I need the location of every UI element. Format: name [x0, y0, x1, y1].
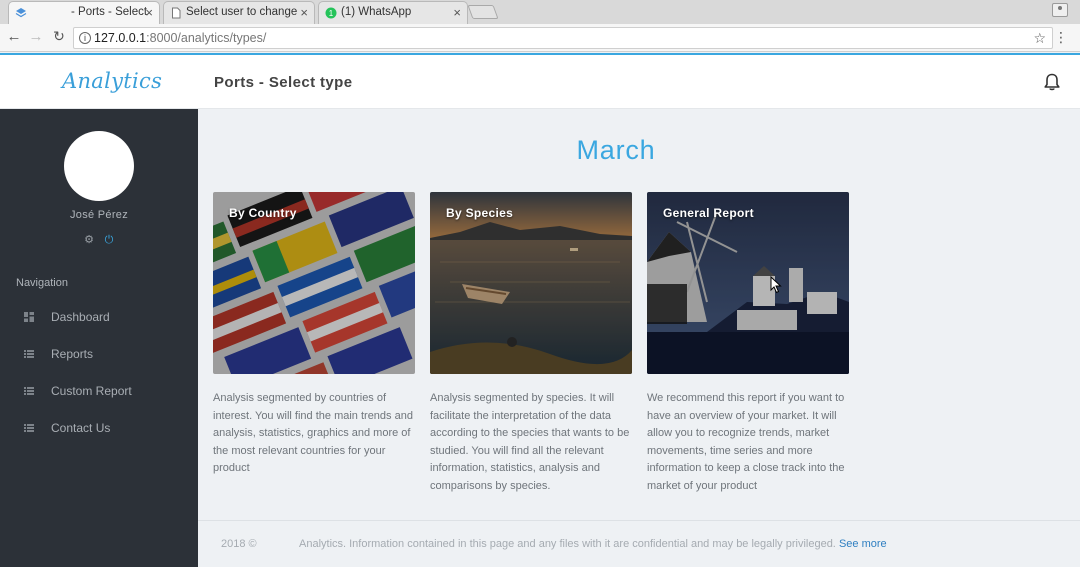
- card-description: Analysis segmented by species. It will f…: [430, 392, 630, 492]
- url-host: 127.0.0.1: [94, 31, 147, 45]
- list-icon: [24, 387, 34, 395]
- brand-logo[interactable]: Analytics: [62, 69, 162, 93]
- browser-toolbar: ← → ↻ i 127.0.0.1:8000/analytics/types/ …: [0, 24, 1080, 52]
- sidebar: José Pérez ⚙ ⏻ Navigation Dashboard Repor…: [0, 109, 198, 567]
- whatsapp-icon: 1: [325, 7, 337, 19]
- report-card-by-country[interactable]: By Country Analysis segmented by countri…: [213, 192, 415, 478]
- sidebar-item-label: Contact Us: [51, 421, 111, 435]
- sidebar-item-contact-us[interactable]: Contact Us: [0, 414, 198, 444]
- bookmark-star-icon[interactable]: ☆: [1033, 30, 1046, 47]
- user-actions: ⚙ ⏻: [0, 230, 198, 248]
- page-title: Ports - Select type: [214, 74, 353, 91]
- nav-heading: Navigation: [16, 277, 68, 289]
- gear-icon[interactable]: ⚙: [82, 233, 96, 246]
- footer-year: 2018 ©: [221, 538, 257, 550]
- profile-icon[interactable]: [1052, 3, 1068, 17]
- sidebar-item-reports[interactable]: Reports: [0, 340, 198, 370]
- windmill-image[interactable]: General Report: [647, 192, 849, 374]
- document-icon: [172, 7, 181, 19]
- dashboard-icon: [24, 312, 34, 322]
- svg-text:1: 1: [329, 9, 334, 18]
- tab-label: (1) WhatsApp: [341, 6, 412, 18]
- bell-icon[interactable]: [1042, 72, 1062, 92]
- footer-text: Analytics. Information contained in this…: [299, 538, 887, 550]
- app-header: Analytics Ports - Select type: [0, 53, 1080, 109]
- close-icon[interactable]: ×: [145, 5, 153, 20]
- report-card-by-species[interactable]: By Species Analysis segmented by species…: [430, 192, 632, 495]
- layers-icon: [15, 8, 27, 18]
- power-icon[interactable]: ⏻: [102, 234, 116, 247]
- list-icon: [24, 424, 34, 432]
- sidebar-item-label: Reports: [51, 347, 94, 361]
- sea-image[interactable]: By Species: [430, 192, 632, 374]
- footer-disclaimer: Analytics. Information contained in this…: [299, 538, 836, 550]
- browser-tab-select-user[interactable]: Select user to change ×: [163, 1, 315, 24]
- see-more-link[interactable]: See more: [839, 538, 887, 550]
- tab-label: - Ports - Select: [71, 6, 148, 18]
- avatar[interactable]: [64, 131, 134, 201]
- footer: 2018 © Analytics. Information contained …: [198, 520, 1080, 567]
- sidebar-item-label: Custom Report: [51, 384, 132, 398]
- browser-tab-whatsapp[interactable]: 1 (1) WhatsApp ×: [318, 1, 468, 24]
- address-bar[interactable]: i 127.0.0.1:8000/analytics/types/ ☆: [73, 27, 1053, 49]
- flags-image[interactable]: By Country: [213, 192, 415, 374]
- card-description: Analysis segmented by countries of inter…: [213, 392, 413, 474]
- url-path: :8000/analytics/types/: [146, 31, 267, 45]
- report-card-general[interactable]: General Report We recommend this report …: [647, 192, 849, 495]
- main-content: March By Country Analysis segmented by c…: [198, 109, 1080, 567]
- card-title: By Species: [446, 206, 514, 220]
- forward-icon[interactable]: →: [27, 28, 45, 45]
- mouse-cursor-icon: [770, 276, 782, 294]
- tab-label: Select user to change: [186, 6, 298, 18]
- user-name: José Pérez: [69, 209, 129, 221]
- card-description: We recommend this report if you want to …: [647, 392, 845, 492]
- sidebar-item-label: Dashboard: [51, 310, 110, 324]
- back-icon[interactable]: ←: [5, 28, 23, 45]
- close-icon[interactable]: ×: [453, 5, 461, 20]
- sidebar-item-custom-report[interactable]: Custom Report: [0, 377, 198, 407]
- list-icon: [24, 350, 34, 358]
- browser-menu-icon[interactable]: ⋮: [1054, 29, 1068, 46]
- card-title: General Report: [663, 206, 754, 220]
- close-icon[interactable]: ×: [300, 5, 308, 20]
- month-heading: March: [576, 135, 656, 165]
- browser-tab-bar: - Ports - Select × Select user to change…: [0, 0, 1080, 24]
- info-icon[interactable]: i: [79, 32, 91, 44]
- browser-tab-ports[interactable]: - Ports - Select ×: [8, 1, 160, 24]
- sidebar-item-dashboard[interactable]: Dashboard: [0, 303, 198, 333]
- card-title: By Country: [229, 206, 297, 220]
- reload-icon[interactable]: ↻: [50, 28, 68, 45]
- new-tab-button[interactable]: [467, 5, 499, 19]
